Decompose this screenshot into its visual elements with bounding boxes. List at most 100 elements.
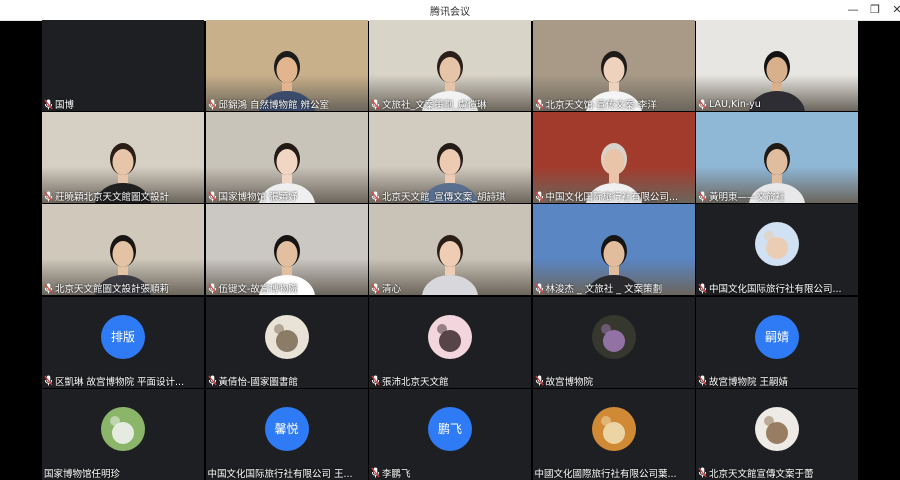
mic-muted-icon — [371, 191, 380, 202]
participant-name: 北京天文館宣傳文案于蕾 — [709, 468, 814, 480]
mic-muted-icon — [534, 191, 544, 202]
participant-name-label: 林浚杰 _ 文旅社 _ 文案策劃 — [533, 281, 695, 295]
participant-tile[interactable]: 文旅社_文案策劃_盧愷琳 — [369, 20, 531, 111]
participant-name: 李鹏飞 — [382, 468, 411, 480]
participant-name: 北京天文館_宣傳文案_胡詩琪 — [382, 192, 506, 204]
participant-tile[interactable]: 北京天文馆-宣传文案-李洋 — [532, 20, 695, 111]
participant-name: 国家博物馆 張穎妤 — [218, 192, 298, 204]
participant-name: 黃倩怡-國家圖書館 — [218, 376, 298, 388]
participant-tile[interactable]: 鹏飞李鹏飞 — [369, 388, 531, 480]
participant-name: 莊曉穎北京天文館圖文設計 — [55, 192, 170, 204]
participant-name: 区凱琳 故宫博物院 平面设计... — [55, 376, 185, 388]
participant-name: 北京天文馆-宣传文案-李洋 — [545, 100, 657, 111]
participant-name: 北京天文館圖文設計張順莉 — [55, 284, 170, 296]
mic-muted-icon — [534, 283, 544, 294]
participant-tile[interactable]: 国博 — [42, 20, 204, 111]
participant-tile[interactable]: 故宫博物院 — [532, 296, 695, 388]
mic-muted-icon — [371, 99, 380, 109]
participant-name-label: 文旅社_文案策劃_盧愷琳 — [369, 97, 531, 111]
mic-muted-icon — [371, 283, 380, 294]
participant-tile[interactable]: 中國文化國際旅行社有限公司葉... — [532, 388, 695, 480]
participant-name-label: 伍键文-故宫博物院 — [206, 281, 368, 295]
participant-name-label: 国家博物馆任明珍 — [42, 466, 204, 480]
participant-name-label: 李鹏飞 — [369, 466, 531, 480]
participant-name-label: 北京天文馆-宣传文案-李洋 — [533, 97, 695, 111]
participant-name-label: 区凱琳 故宫博物院 平面设计... — [42, 374, 204, 388]
participant-name: 故宫博物院 王嗣婧 — [709, 376, 789, 388]
participant-tile[interactable]: LAU,Kin-yu — [696, 20, 858, 111]
mic-muted-icon — [371, 467, 380, 478]
participant-name: 林浚杰 _ 文旅社 _ 文案策劃 — [545, 284, 663, 296]
participant-tile[interactable]: 嗣婧故宫博物院 王嗣婧 — [696, 296, 858, 388]
avatar-handwriting-icon — [264, 314, 309, 359]
participant-name: 清心 — [382, 284, 402, 296]
participant-name: 国家博物馆任明珍 — [44, 468, 121, 480]
participant-tile[interactable]: 黃明東——文旅社 — [696, 112, 858, 204]
participant-tile[interactable]: 張沛北京天文館 — [369, 296, 531, 388]
participant-name-label: 黃明東——文旅社 — [696, 189, 858, 203]
window-title: 腾讯会议 — [430, 7, 470, 18]
participant-tile[interactable]: 国家博物馆任明珍 — [42, 388, 204, 480]
participant-name-label: 国博 — [42, 97, 204, 111]
participant-tile[interactable]: 北京天文館圖文設計張順莉 — [42, 204, 204, 296]
participant-name-label: 張沛北京天文館 — [369, 374, 531, 388]
mic-muted-icon — [207, 283, 217, 294]
participant-tile[interactable]: 北京天文館_宣傳文案_胡詩琪 — [369, 112, 531, 204]
participant-name-label: 中国文化国际旅行社有限公司... — [533, 189, 695, 203]
mic-muted-icon — [698, 467, 707, 478]
participant-tile[interactable]: 北京天文館宣傳文案于蕾 — [696, 388, 858, 480]
mic-muted-icon — [44, 191, 53, 202]
avatar-cat-grass-icon — [101, 406, 145, 451]
participant-tile[interactable]: 林浚杰 _ 文旅社 _ 文案策劃 — [532, 204, 695, 296]
avatar-illustration-icon — [755, 222, 799, 267]
text-avatar: 排版 — [101, 314, 145, 359]
participant-tile[interactable]: 中国文化国际旅行社有限公司... — [532, 112, 695, 204]
mic-muted-icon — [698, 375, 707, 386]
participant-name: 中国文化国际旅行社有限公司... — [545, 192, 679, 204]
participant-grid: 国博 邱錦鴻 自然博物館 辨公室 文旅社_文案策劃_盧愷琳 北京天文馆-宣传文案-李洋… — [42, 20, 858, 480]
participant-name: 邱錦鴻 自然博物館 辨公室 — [218, 100, 330, 111]
avatar-plush-dog-icon — [755, 406, 799, 451]
participant-name: 中国文化国际旅行社有限公司... — [709, 284, 842, 296]
mic-muted-icon — [534, 99, 544, 109]
participant-name-label: 故宫博物院 — [533, 374, 695, 388]
participant-tile[interactable]: 馨悦 中国文化国际旅行社有限公司 王... — [205, 388, 368, 480]
participant-name-label: 北京天文館宣傳文案于蕾 — [696, 466, 858, 480]
participant-name-label: 清心 — [369, 281, 531, 295]
mic-muted-icon — [371, 375, 380, 386]
participant-name: 伍键文-故宫博物院 — [218, 284, 298, 296]
participant-tile[interactable]: 黃倩怡-國家圖書館 — [205, 296, 368, 388]
participant-name-label: 中国文化国际旅行社有限公司 王... — [206, 466, 368, 480]
participant-tile[interactable]: 排版区凱琳 故宫博物院 平面设计... — [42, 296, 204, 388]
mic-muted-icon — [698, 99, 707, 109]
participant-name: 張沛北京天文館 — [382, 376, 449, 388]
participant-tile[interactable]: 伍键文-故宫博物院 — [205, 204, 368, 296]
participant-name-label: 故宫博物院 王嗣婧 — [696, 374, 858, 388]
participant-name: 故宫博物院 — [545, 376, 594, 388]
participant-tile[interactable]: 邱錦鴻 自然博物館 辨公室 — [205, 20, 368, 111]
participant-name-label: 黃倩怡-國家圖書館 — [206, 374, 368, 388]
mic-muted-icon — [207, 99, 217, 109]
participant-name: 中國文化國際旅行社有限公司葉... — [534, 468, 677, 480]
mic-muted-icon — [207, 191, 217, 202]
participant-tile[interactable]: 国家博物馆 張穎妤 — [205, 112, 368, 204]
participant-tile[interactable]: 中国文化国际旅行社有限公司... — [696, 204, 858, 296]
mic-muted-icon — [44, 283, 53, 294]
participant-name-label: 莊曉穎北京天文館圖文設計 — [42, 189, 204, 203]
participant-name: 黃明東——文旅社 — [709, 192, 786, 204]
participant-name: 文旅社_文案策劃_盧愷琳 — [382, 100, 487, 111]
mic-muted-icon — [44, 99, 53, 109]
mic-muted-icon — [698, 191, 707, 202]
mic-muted-icon — [44, 375, 53, 386]
text-avatar: 嗣婧 — [755, 314, 799, 359]
participant-tile[interactable]: 莊曉穎北京天文館圖文設計 — [42, 112, 204, 204]
text-avatar: 鹏飞 — [428, 406, 472, 451]
participant-tile[interactable]: 清心 — [369, 204, 531, 296]
mic-muted-icon — [207, 375, 217, 386]
participant-name-label: LAU,Kin-yu — [696, 97, 858, 111]
participant-name-label: 国家博物馆 張穎妤 — [206, 189, 368, 203]
participant-name: LAU,Kin-yu — [709, 98, 761, 110]
title-bar: 腾讯会议 — ❐ ✕ — [0, 0, 900, 21]
close-button[interactable]: ✕ — [884, 1, 900, 19]
participant-name-label: 中國文化國際旅行社有限公司葉... — [533, 466, 695, 480]
